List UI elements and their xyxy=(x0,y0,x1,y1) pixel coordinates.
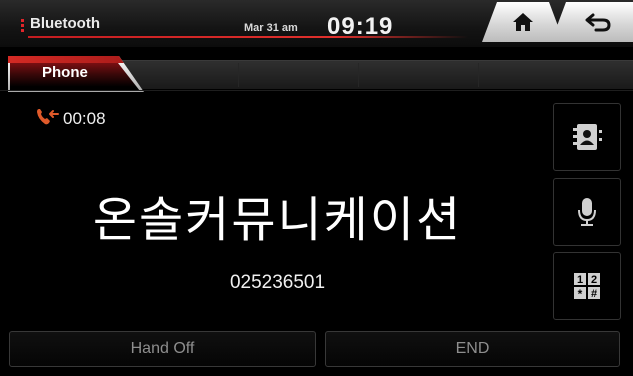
back-button[interactable] xyxy=(551,2,633,42)
home-button[interactable] xyxy=(482,2,564,42)
dialpad-key-star: * xyxy=(578,287,583,301)
outgoing-call-icon xyxy=(37,109,59,125)
mic-button[interactable] xyxy=(553,178,621,246)
app-title: Bluetooth xyxy=(30,15,100,32)
end-call-button[interactable]: END xyxy=(325,331,620,367)
tab-separator xyxy=(358,63,359,87)
top-bar: Bluetooth Mar 31 am 09:19 xyxy=(0,0,633,47)
date-label: Mar 31 am xyxy=(244,22,298,34)
microphone-icon xyxy=(578,198,596,226)
contacts-button[interactable] xyxy=(553,103,621,171)
tab-separator xyxy=(238,63,239,87)
dialpad-key-2: 2 xyxy=(591,274,597,286)
header-accent-line xyxy=(28,36,468,38)
caller-number: 025236501 xyxy=(229,272,326,293)
tab-bar xyxy=(0,56,633,92)
divider xyxy=(0,90,633,91)
home-icon xyxy=(513,13,533,31)
call-duration: 00:08 xyxy=(63,109,106,128)
back-arrow-icon xyxy=(585,13,611,32)
clock: 09:19 xyxy=(327,13,394,40)
dialpad-key-hash: # xyxy=(591,288,597,300)
dialpad-button[interactable]: 1 2 * # xyxy=(553,252,621,320)
dialpad-icon: 1 2 * # xyxy=(574,273,600,301)
contacts-icon xyxy=(573,124,602,150)
tab-phone-label: Phone xyxy=(42,64,88,81)
bluetooth-indicator-icon xyxy=(21,19,24,33)
tab-separator xyxy=(478,63,479,87)
caller-name: 온솔커뮤니케이션 xyxy=(92,192,463,248)
hand-off-button[interactable]: Hand Off xyxy=(9,331,316,367)
dialpad-key-1: 1 xyxy=(577,274,583,286)
tab-strip xyxy=(118,60,633,89)
